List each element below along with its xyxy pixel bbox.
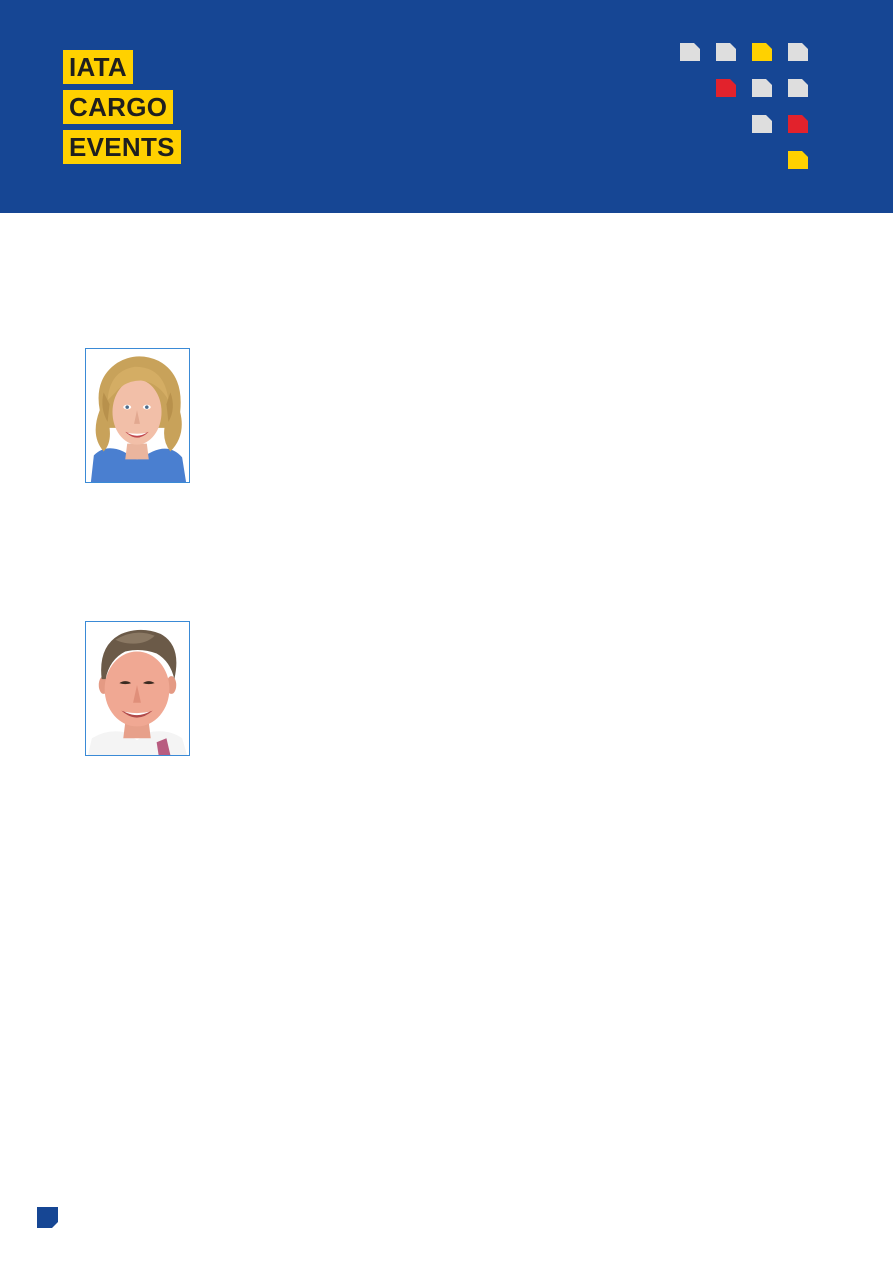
decorative-tile: [716, 43, 736, 61]
decorative-tile: [752, 79, 772, 97]
portrait-image: [86, 622, 189, 755]
portrait-image: [86, 349, 189, 482]
decorative-tile: [716, 79, 736, 97]
decorative-tile: [788, 115, 808, 133]
decorative-tile: [752, 43, 772, 61]
iata-cargo-events-logo: IATA CARGO EVENTS: [63, 50, 181, 170]
logo-line-iata: IATA: [63, 50, 133, 84]
speaker-photo-woman: [85, 348, 190, 483]
decorative-tile: [788, 43, 808, 61]
speaker-photo-man: [85, 621, 190, 756]
decorative-tile: [752, 115, 772, 133]
logo-line-events: EVENTS: [63, 130, 181, 164]
header-banner: IATA CARGO EVENTS: [0, 0, 893, 213]
logo-line-cargo: CARGO: [63, 90, 174, 124]
decorative-tile: [788, 79, 808, 97]
decorative-tile: [788, 151, 808, 169]
decorative-tile: [680, 43, 700, 61]
page-corner-mark: [37, 1207, 58, 1228]
